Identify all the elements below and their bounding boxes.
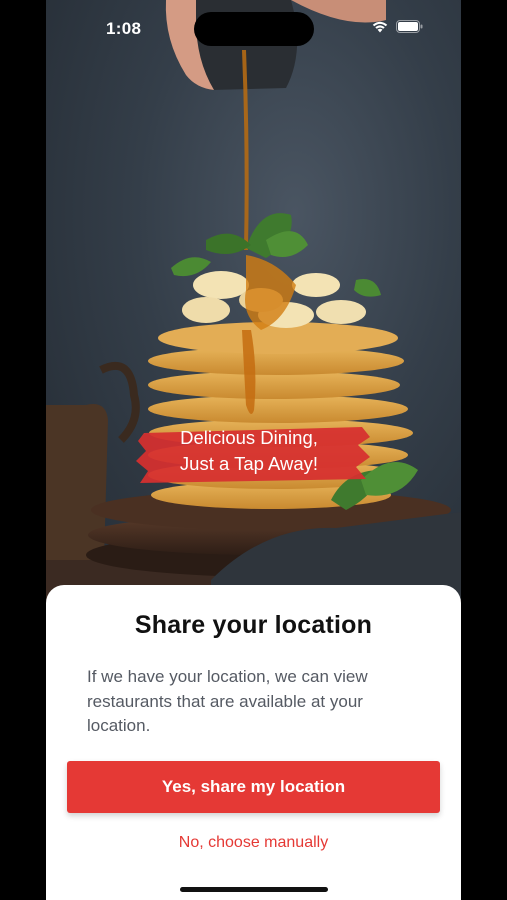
sheet-description: If we have your location, we can view re… [87,667,368,735]
tagline-text: Delicious Dining, Just a Tap Away! [134,425,364,477]
phone-screen: Delicious Dining, Just a Tap Away! 1:08 [46,0,461,900]
wifi-icon [371,20,389,38]
hero-image: Delicious Dining, Just a Tap Away! [46,0,461,610]
status-bar: 1:08 [46,0,461,56]
location-permission-sheet: Share your location If we have your loca… [46,585,461,900]
hero-tagline: Delicious Dining, Just a Tap Away! [134,423,374,485]
home-indicator [180,887,328,892]
dynamic-island [194,12,314,46]
pancake-illustration [46,0,461,610]
status-time: 1:08 [106,19,142,38]
tagline-line-2: Just a Tap Away! [179,453,319,474]
choose-manually-link[interactable]: No, choose manually [46,834,461,852]
sheet-title: Share your location [134,611,373,639]
status-icons [371,20,423,38]
share-location-button[interactable]: Yes, share my location [67,761,440,813]
battery-icon [396,20,423,38]
tagline-line-1: Delicious Dining, [180,427,318,448]
